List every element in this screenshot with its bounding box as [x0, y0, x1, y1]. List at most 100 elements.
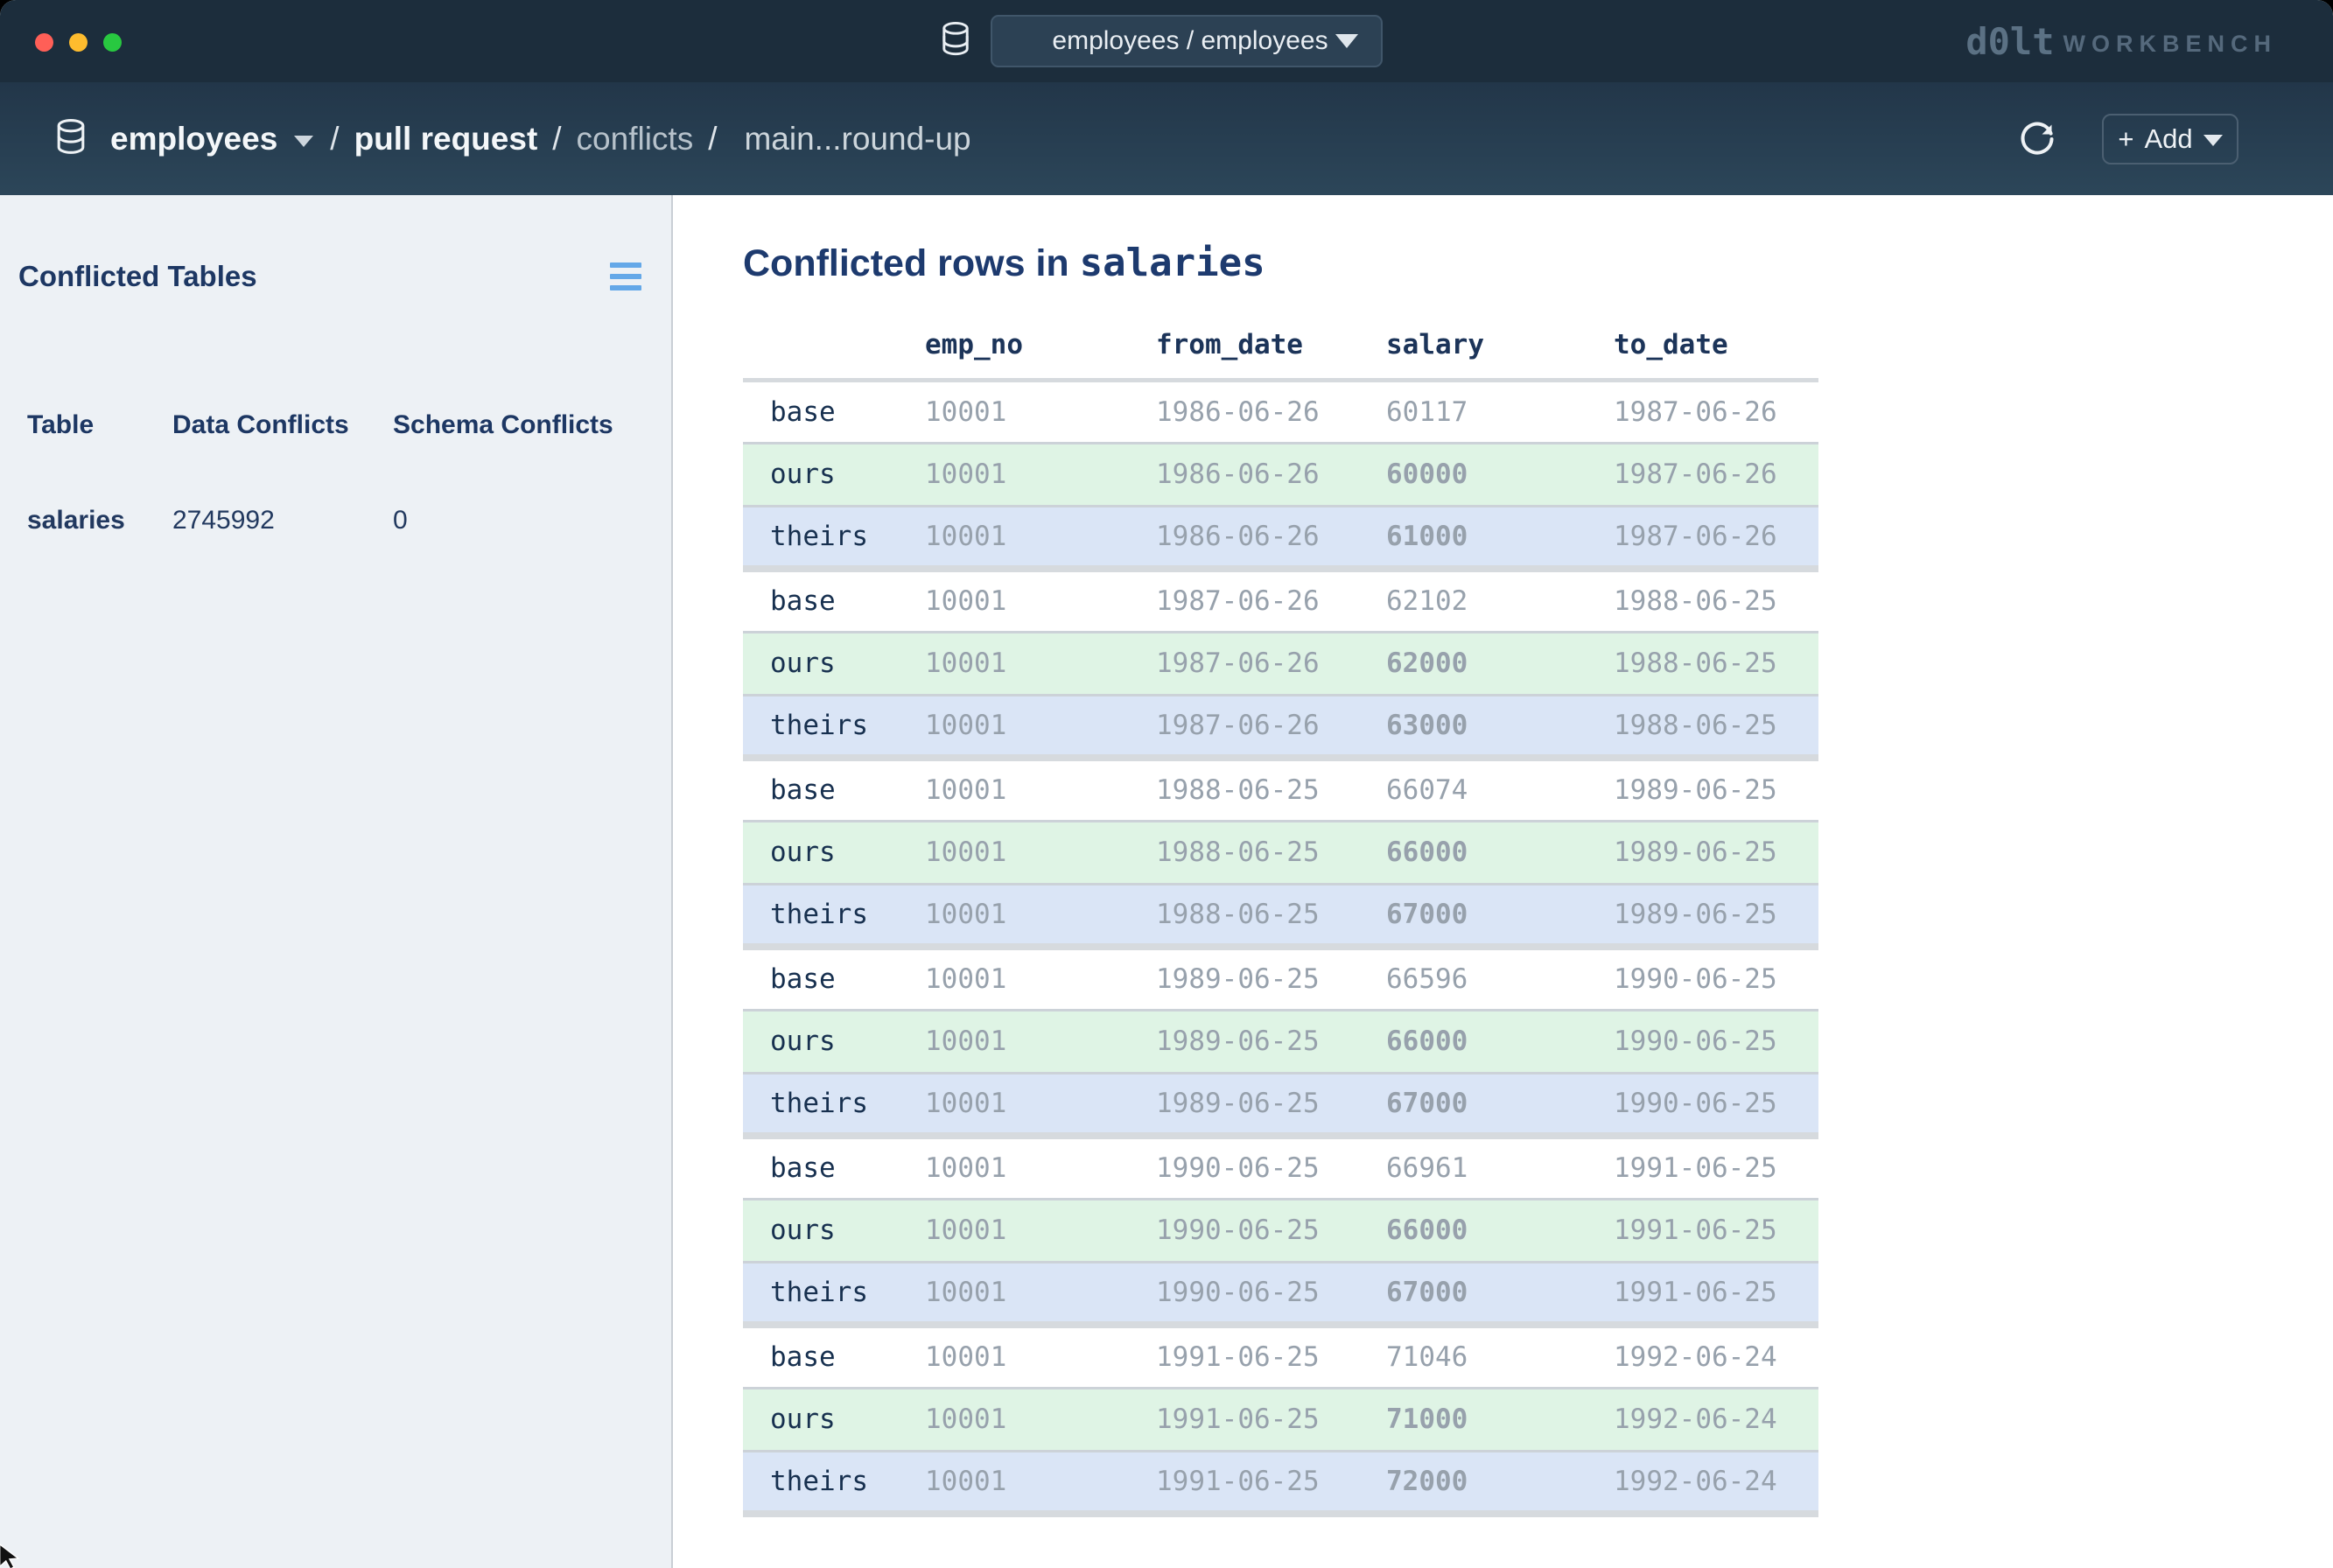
cell-salary: 62000 [1386, 632, 1614, 695]
row-version-label: theirs [743, 1073, 925, 1136]
cell-to_date: 1988-06-25 [1614, 569, 1818, 632]
breadcrumb-branch-range: main...round-up [744, 121, 970, 158]
cell-salary: 61000 [1386, 506, 1614, 569]
cell-emp_no: 10001 [925, 569, 1156, 632]
conflicted-table-row-salaries[interactable]: salaries 2745992 0 [0, 506, 671, 536]
conflict-row-ours: ours100011990-06-25660001991-06-25 [743, 1199, 1818, 1262]
cell-salary: 67000 [1386, 1262, 1614, 1325]
cell-to_date: 1992-06-24 [1614, 1325, 1818, 1388]
cell-from_date: 1990-06-25 [1156, 1262, 1386, 1325]
cell-salary: 67000 [1386, 1073, 1614, 1136]
cell-emp_no: 10001 [925, 1325, 1156, 1388]
data-conflicts-count: 2745992 [172, 506, 393, 536]
database-selector-dropdown[interactable]: employees / employees [991, 15, 1383, 67]
logo-dolt-text: d0lt [1965, 20, 2054, 63]
cell-emp_no: 10001 [925, 1073, 1156, 1136]
refresh-button[interactable] [2018, 120, 2056, 158]
cell-salary: 71046 [1386, 1325, 1614, 1388]
cell-from_date: 1986-06-26 [1156, 506, 1386, 569]
cell-salary: 66000 [1386, 1199, 1614, 1262]
cell-emp_no: 10001 [925, 632, 1156, 695]
cell-salary: 66961 [1386, 1136, 1614, 1199]
conflict-row-base: base100011986-06-26601171987-06-26 [743, 380, 1818, 443]
breadcrumb-separator: / [708, 121, 717, 158]
conflict-row-theirs: theirs100011989-06-25670001990-06-25 [743, 1073, 1818, 1136]
row-version-label: theirs [743, 506, 925, 569]
cell-to_date: 1988-06-25 [1614, 632, 1818, 695]
close-window-button[interactable] [35, 33, 53, 52]
cell-emp_no: 10001 [925, 1451, 1156, 1514]
breadcrumb-database[interactable]: employees [110, 121, 277, 158]
conflict-row-base: base100011990-06-25669611991-06-25 [743, 1136, 1818, 1199]
cell-emp_no: 10001 [925, 380, 1156, 443]
conflict-row-theirs: theirs100011990-06-25670001991-06-25 [743, 1262, 1818, 1325]
chevron-down-icon [2203, 135, 2223, 146]
database-selector-value: employees / employees [1045, 26, 1335, 56]
chevron-down-icon[interactable] [294, 136, 313, 147]
cell-from_date: 1991-06-25 [1156, 1388, 1386, 1451]
conflict-row-base: base100011991-06-25710461992-06-24 [743, 1325, 1818, 1388]
main-panel: Conflicted rows in salaries emp_no from_… [673, 195, 2333, 1568]
row-version-label: base [743, 758, 925, 821]
mouse-cursor [0, 1542, 25, 1568]
cell-to_date: 1991-06-25 [1614, 1136, 1818, 1199]
row-version-label: ours [743, 1388, 925, 1451]
table-name[interactable]: salaries [27, 506, 172, 536]
cell-salary: 66596 [1386, 947, 1614, 1010]
cell-from_date: 1986-06-26 [1156, 380, 1386, 443]
page-title-prefix: Conflicted rows in [743, 242, 1069, 284]
cell-to_date: 1990-06-25 [1614, 1010, 1818, 1073]
row-version-label: base [743, 380, 925, 443]
cell-emp_no: 10001 [925, 695, 1156, 758]
chevron-down-icon [1335, 34, 1358, 48]
cell-salary: 60117 [1386, 380, 1614, 443]
titlebar-center: employees / employees [940, 0, 1383, 82]
titlebar: employees / employees d0lt WORKBENCH [0, 0, 2333, 82]
window-controls [35, 33, 122, 52]
breadcrumb: employees / pull request / conflicts / m… [110, 121, 971, 158]
zoom-window-button[interactable] [103, 33, 122, 52]
column-header-table: Table [27, 410, 172, 440]
cell-emp_no: 10001 [925, 1388, 1156, 1451]
content-area: Conflicted Tables Table Data Conflicts S… [0, 195, 2333, 1568]
cell-from_date: 1990-06-25 [1156, 1136, 1386, 1199]
cell-from_date: 1991-06-25 [1156, 1451, 1386, 1514]
cell-to_date: 1992-06-24 [1614, 1451, 1818, 1514]
conflicted-tables-header-row: Table Data Conflicts Schema Conflicts [0, 410, 671, 440]
minimize-window-button[interactable] [69, 33, 88, 52]
row-version-label: ours [743, 1199, 925, 1262]
cell-from_date: 1986-06-26 [1156, 443, 1386, 506]
cell-salary: 60000 [1386, 443, 1614, 506]
breadcrumb-bar: employees / pull request / conflicts / m… [0, 82, 2333, 195]
row-version-label: base [743, 1325, 925, 1388]
breadcrumb-pull-request[interactable]: pull request [354, 121, 538, 158]
cell-salary: 71000 [1386, 1388, 1614, 1451]
cell-to_date: 1987-06-26 [1614, 443, 1818, 506]
breadcrumb-actions: + Add [2018, 82, 2238, 195]
row-version-label: ours [743, 821, 925, 884]
row-version-label: theirs [743, 1451, 925, 1514]
breadcrumb-conflicts[interactable]: conflicts [577, 121, 694, 158]
cell-from_date: 1988-06-25 [1156, 821, 1386, 884]
cell-to_date: 1990-06-25 [1614, 947, 1818, 1010]
row-version-label: base [743, 1136, 925, 1199]
conflict-table-header-row: emp_no from_date salary to_date [743, 312, 1818, 380]
cell-from_date: 1988-06-25 [1156, 758, 1386, 821]
cell-to_date: 1987-06-26 [1614, 380, 1818, 443]
menu-icon[interactable] [610, 262, 641, 290]
conflicted-tables-list: Table Data Conflicts Schema Conflicts sa… [0, 410, 671, 536]
conflict-row-theirs: theirs100011988-06-25670001989-06-25 [743, 884, 1818, 947]
database-icon [940, 22, 971, 60]
cell-emp_no: 10001 [925, 1010, 1156, 1073]
cell-to_date: 1992-06-24 [1614, 1388, 1818, 1451]
column-header-version [743, 312, 925, 380]
row-version-label: base [743, 947, 925, 1010]
app-window: employees / employees d0lt WORKBENCH emp… [0, 0, 2333, 1568]
column-header-data-conflicts: Data Conflicts [172, 410, 393, 440]
add-button[interactable]: + Add [2102, 114, 2238, 164]
cell-emp_no: 10001 [925, 758, 1156, 821]
cell-to_date: 1989-06-25 [1614, 884, 1818, 947]
conflict-table-body: base100011986-06-26601171987-06-26ours10… [743, 380, 1818, 1514]
conflicted-tables-sidebar: Conflicted Tables Table Data Conflicts S… [0, 195, 673, 1568]
row-version-label: ours [743, 1010, 925, 1073]
